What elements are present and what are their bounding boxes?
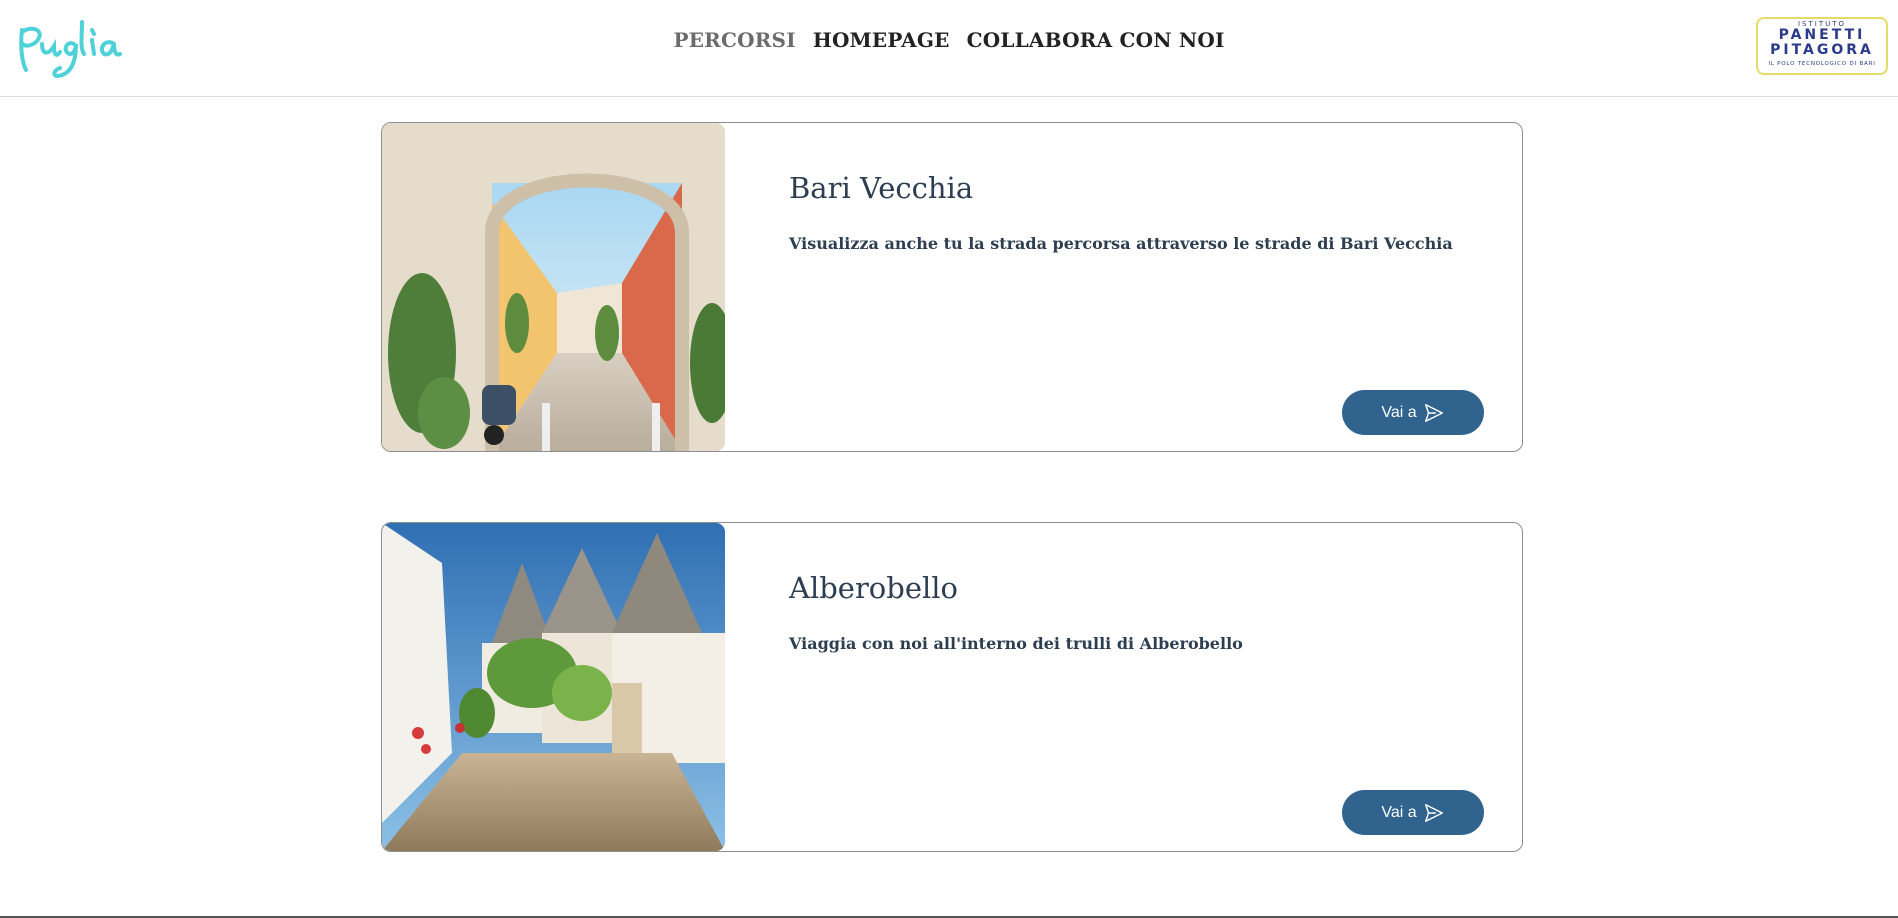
go-to-button[interactable]: Vai a <box>1342 390 1484 435</box>
route-card-alberobello: Alberobello Viaggia con noi all'interno … <box>381 522 1523 852</box>
site-header: PERCORSI HOMEPAGE COLLABORA CON NOI ISTI… <box>0 0 1898 97</box>
route-card-bari-vecchia: Bari Vecchia Visualizza anche tu la stra… <box>381 122 1523 452</box>
card-title: Bari Vecchia <box>789 171 974 205</box>
nav-link-percorsi[interactable]: PERCORSI <box>673 28 795 52</box>
send-icon <box>1424 403 1443 422</box>
main-nav: PERCORSI HOMEPAGE COLLABORA CON NOI <box>0 28 1898 52</box>
school-logo-line3: PITAGORA <box>1770 42 1874 58</box>
send-icon <box>1424 803 1443 822</box>
school-logo-line4: IL POLO TECNOLOGICO DI BARI <box>1768 61 1876 67</box>
bari-vecchia-image <box>382 123 725 451</box>
nav-link-collabora[interactable]: COLLABORA CON NOI <box>967 28 1225 52</box>
card-description: Visualizza anche tu la strada percorsa a… <box>789 234 1453 253</box>
go-to-button-label: Vai a <box>1381 803 1417 821</box>
school-logo-line2: PANETTI <box>1778 27 1866 43</box>
go-to-button[interactable]: Vai a <box>1342 790 1484 835</box>
school-logo[interactable]: ISTITUTO PANETTI PITAGORA IL POLO TECNOL… <box>1756 17 1888 75</box>
card-title: Alberobello <box>789 571 959 605</box>
go-to-button-label: Vai a <box>1381 403 1417 421</box>
card-description: Viaggia con noi all'interno dei trulli d… <box>789 634 1243 653</box>
nav-link-homepage[interactable]: HOMEPAGE <box>813 28 950 52</box>
alberobello-image <box>382 523 725 851</box>
